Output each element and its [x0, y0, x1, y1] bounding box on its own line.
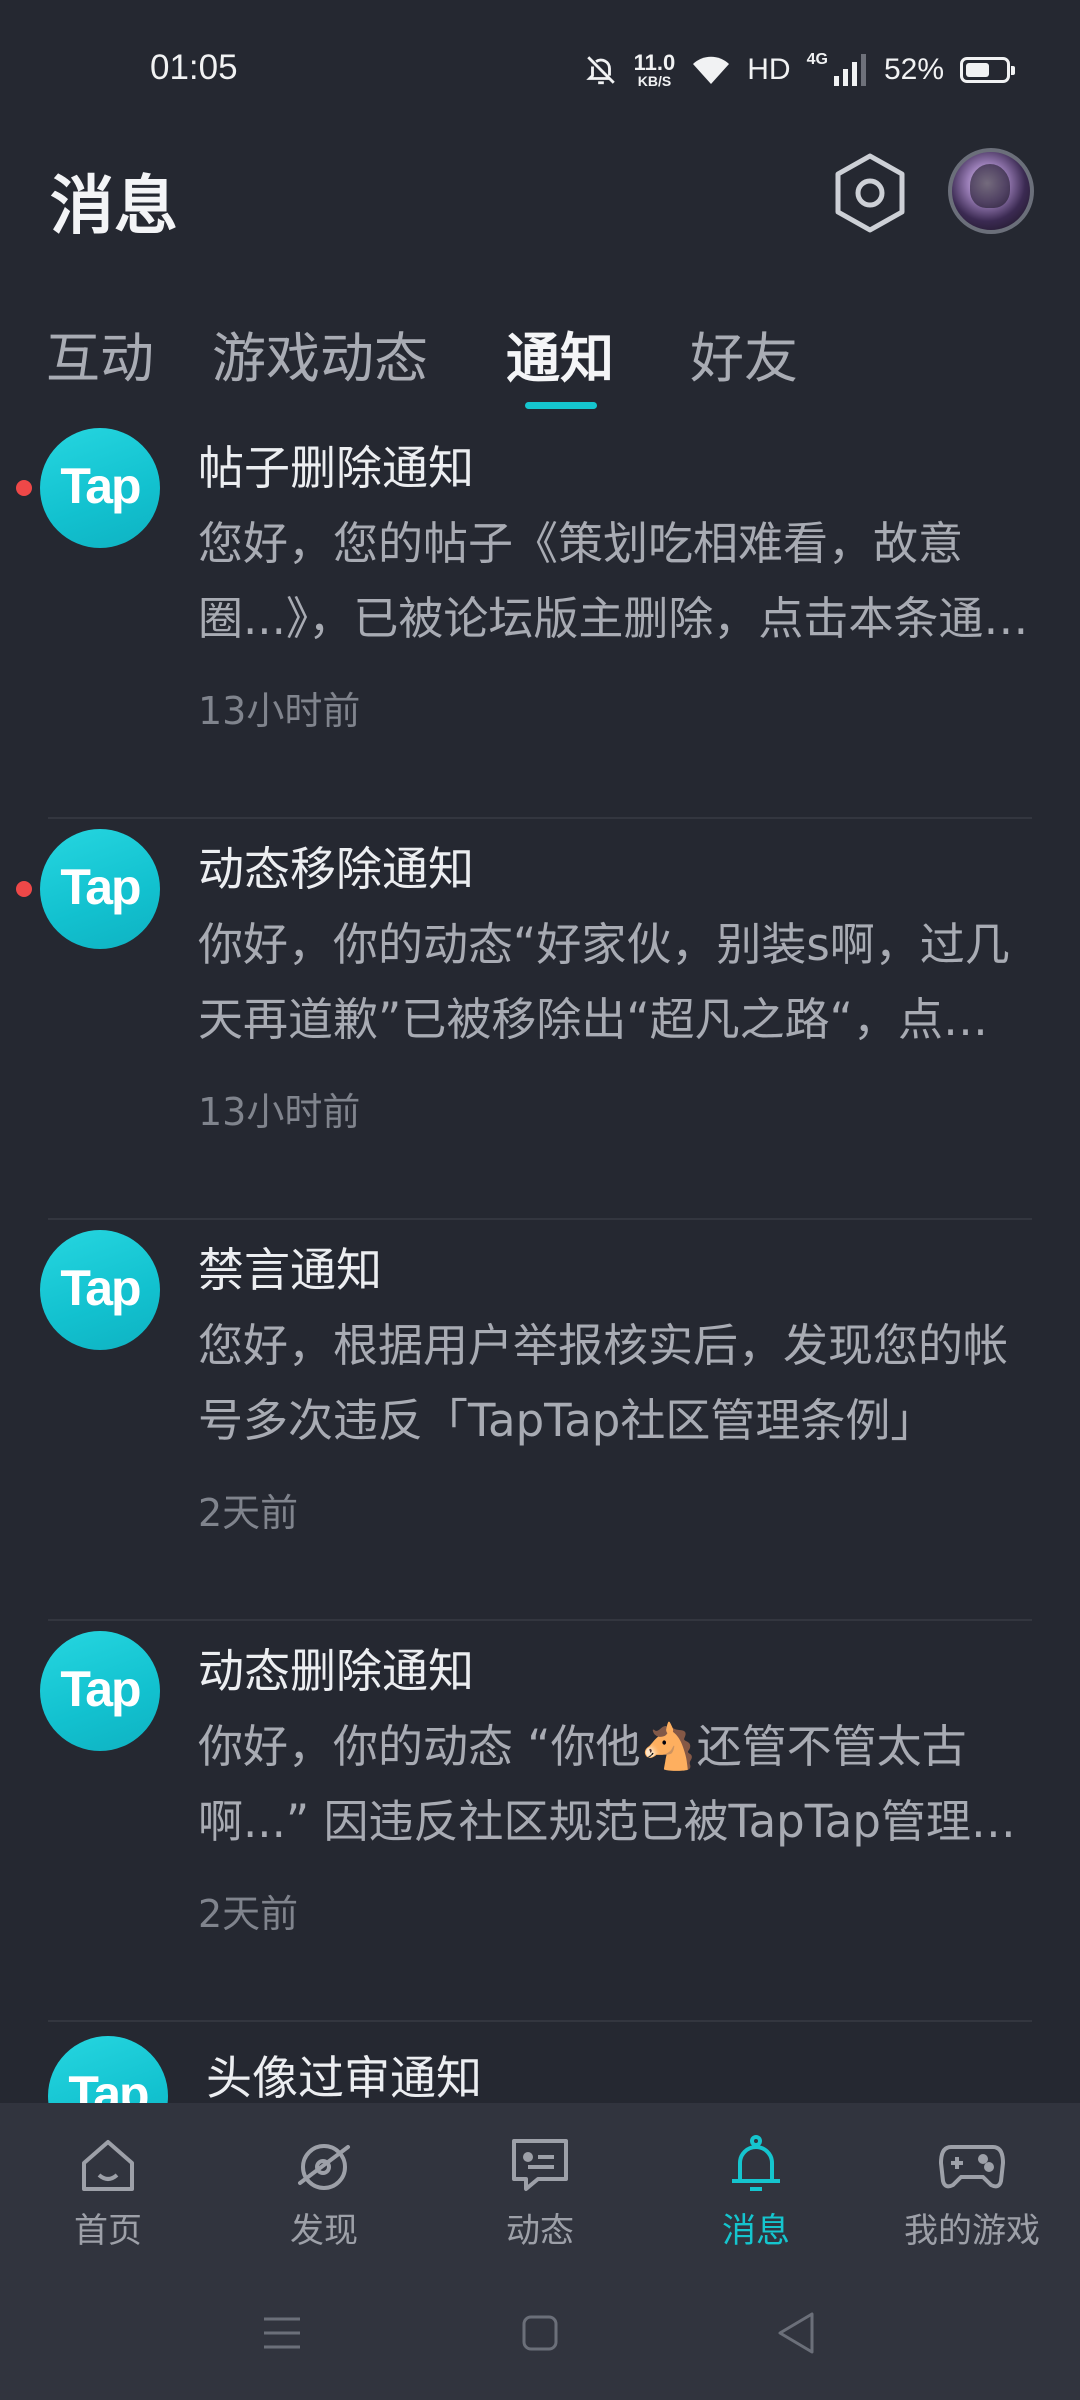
nav-home[interactable]: 首页: [0, 2103, 216, 2265]
recent-apps-button[interactable]: [252, 2303, 312, 2363]
gamepad-icon: [939, 2145, 1005, 2189]
notification-item[interactable]: Tap 头像过审通知: [0, 2022, 1080, 2103]
back-button[interactable]: [766, 2303, 826, 2363]
notification-list[interactable]: Tap 帖子删除通知 您好，您的帖子《策划吃相难看，故意圈...》，已被论坛版主…: [0, 418, 1080, 2103]
notification-body: 你好，你的动态 “你他🐴还管不管太古啊...” 因违反社区规范已被TapTap管…: [198, 1720, 1016, 1848]
notification-body: 你好，你的动态“好家伙，别装s啊，过几天再道歉”已被移除出“超凡之路“，点击查看…: [198, 918, 1010, 1046]
signal-icon: [833, 54, 866, 86]
battery-percent: 52%: [883, 53, 944, 86]
notification-time: 2天前: [198, 1491, 299, 1535]
tab-friends[interactable]: 好友: [690, 314, 798, 393]
tab-game-news[interactable]: 游戏动态: [212, 314, 428, 393]
bell-icon: [732, 2135, 780, 2191]
status-time: 01:05: [150, 48, 238, 87]
bottom-navigation: 首页 发现 动态 消息 我的游戏: [0, 2103, 1080, 2265]
taptap-logo: Tap: [48, 2036, 168, 2103]
tab-interactions[interactable]: 互动: [46, 314, 154, 393]
home-button[interactable]: [510, 2303, 570, 2363]
nav-my-games[interactable]: 我的游戏: [864, 2103, 1080, 2265]
square-icon: [522, 2315, 558, 2351]
notification-title: 动态删除通知: [198, 1644, 474, 1698]
hexagon-settings-icon: [835, 153, 905, 233]
notification-item[interactable]: Tap 动态移除通知 你好，你的动态“好家伙，别装s啊，过几天再道歉”已被移除出…: [0, 819, 1080, 1220]
notification-item[interactable]: Tap 动态删除通知 你好，你的动态 “你他🐴还管不管太古啊...” 因违反社区…: [0, 1621, 1080, 2022]
settings-button[interactable]: [830, 150, 910, 236]
wifi-icon: [693, 56, 730, 84]
back-triangle-icon: [778, 2312, 814, 2354]
nav-messages[interactable]: 消息: [648, 2103, 864, 2265]
notification-item[interactable]: Tap 帖子删除通知 您好，您的帖子《策划吃相难看，故意圈...》，已被论坛版主…: [0, 418, 1080, 819]
discover-icon: [298, 2144, 350, 2190]
notification-body: 您好，您的帖子《策划吃相难看，故意圈...》，已被论坛版主删除，点击本条通知查看…: [198, 517, 1029, 645]
unread-dot: [16, 881, 32, 897]
notification-item[interactable]: Tap 禁言通知 您好，根据用户举报核实后，发现您的帐号多次违反「TapTap社…: [0, 1220, 1080, 1621]
menu-lines-icon: [264, 2317, 300, 2349]
status-icons: 11.0 KB/S HD 4G 52%: [584, 48, 1015, 92]
home-icon: [82, 2140, 134, 2191]
status-bar: 01:05 11.0 KB/S HD 4G 52%: [0, 0, 1080, 140]
message-tabs: 互动 游戏动态 通知 好友: [0, 300, 1080, 410]
notification-body: 您好，根据用户举报核实后，发现您的帐号多次违反「TapTap社区管理条例」: [198, 1319, 1009, 1447]
notification-title: 动态移除通知: [198, 842, 474, 896]
unread-dot: [16, 480, 32, 496]
taptap-logo: Tap: [40, 428, 160, 548]
notification-title: 头像过审通知: [206, 2051, 482, 2103]
system-navigation-bar: [0, 2265, 1080, 2400]
taptap-logo: Tap: [40, 1230, 160, 1350]
notification-title: 帖子删除通知: [198, 441, 474, 495]
battery-icon: [960, 57, 1015, 83]
mute-bell-icon: [585, 56, 615, 85]
nav-moments[interactable]: 动态: [432, 2103, 648, 2265]
notification-time: 13小时前: [198, 1090, 361, 1134]
user-avatar[interactable]: [948, 148, 1034, 234]
page-title: 消息: [50, 170, 178, 244]
notification-title: 禁言通知: [198, 1243, 382, 1297]
notification-time: 13小时前: [198, 689, 361, 733]
network-speed: 11.0 KB/S: [633, 50, 676, 89]
taptap-logo: Tap: [40, 1631, 160, 1751]
nav-discover[interactable]: 发现: [216, 2103, 432, 2265]
notification-time: 2天前: [198, 1892, 299, 1936]
hd-indicator: HD: [747, 53, 791, 86]
moments-icon: [512, 2139, 568, 2191]
network-type: 4G: [806, 51, 828, 68]
taptap-logo: Tap: [40, 829, 160, 949]
active-tab-indicator: [525, 402, 597, 409]
tab-notifications[interactable]: 通知: [506, 314, 614, 393]
